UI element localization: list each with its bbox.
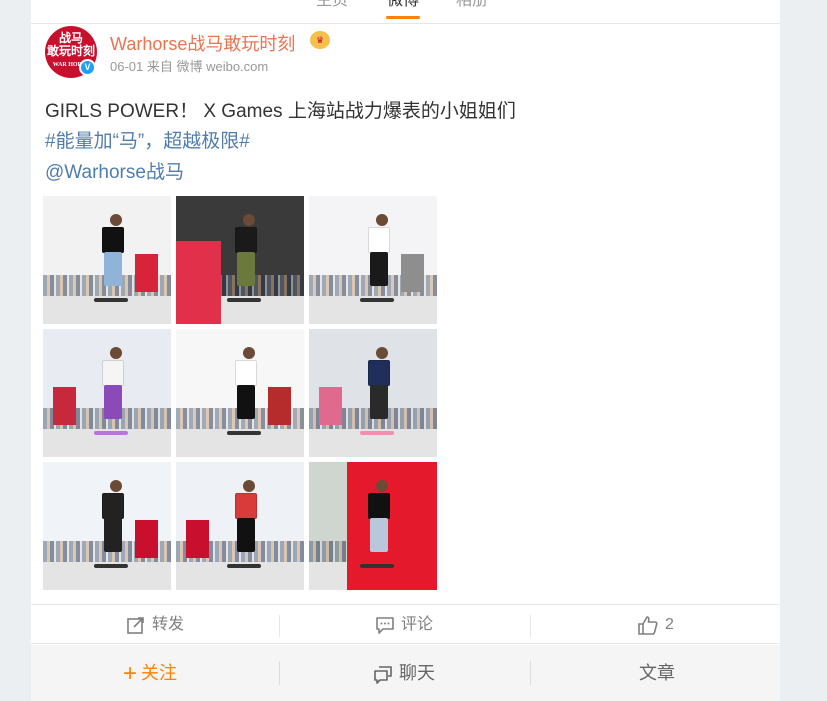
like-count: 2 — [665, 616, 674, 633]
article-label: 文章 — [639, 663, 675, 683]
follow-label: 关注 — [141, 663, 178, 683]
skater-pants — [370, 518, 389, 553]
skater-head — [242, 346, 255, 359]
photo-thumbnail[interactable] — [43, 462, 171, 590]
skater-head — [109, 213, 122, 226]
photo-accent — [53, 386, 77, 425]
like-button[interactable]: 2 — [637, 605, 674, 645]
photo-accent — [401, 253, 425, 292]
weibo-post-page: 主页 微博 相册 战马 敢玩时刻 WAR HORSE V Warhorse战马敢… — [31, 0, 780, 701]
post-text: GIRLS POWER！ X Games 上海站战力爆表的小姐姐们 — [45, 101, 516, 122]
follow-button[interactable]: + 关注 — [123, 645, 177, 701]
skateboard — [227, 431, 262, 436]
photo-accent — [347, 462, 437, 590]
username-link[interactable]: Warhorse战马敢玩时刻 — [110, 30, 295, 56]
photo-accent — [319, 386, 343, 425]
divider — [530, 615, 531, 637]
photo-accent — [186, 519, 210, 558]
photo-thumbnail[interactable] — [309, 196, 437, 324]
photo-thumbnail[interactable] — [309, 329, 437, 457]
photo-grid — [43, 196, 438, 590]
verified-icon: V — [79, 59, 96, 76]
skateboard — [360, 431, 395, 436]
skater-shirt — [101, 359, 124, 386]
skater-head — [375, 213, 388, 226]
photo-thumbnail[interactable] — [43, 196, 171, 324]
photo-thumbnail[interactable] — [309, 462, 437, 590]
repost-icon — [127, 616, 144, 634]
divider — [530, 661, 531, 685]
skateboard — [94, 564, 129, 569]
article-button[interactable]: 文章 — [639, 645, 675, 701]
avatar-logo-text: 战马 敢玩时刻 — [46, 31, 95, 58]
skater-pants — [104, 252, 123, 287]
photo-thumbnail[interactable] — [176, 462, 304, 590]
profile-tabs: 主页 微博 相册 — [31, 0, 780, 24]
skater-shirt — [367, 359, 390, 386]
skater-shirt — [367, 492, 390, 519]
skater-shirt — [101, 492, 124, 519]
photo-accent — [135, 519, 159, 558]
photo-thumbnail[interactable] — [176, 196, 304, 324]
skater-shirt — [367, 226, 390, 253]
photo-thumbnail[interactable] — [176, 329, 304, 457]
comment-icon — [376, 616, 394, 634]
skater-head — [242, 479, 255, 492]
post-meta: 06-01 来自 微博 weibo.com — [110, 59, 269, 74]
skateboard — [94, 431, 129, 436]
repost-button[interactable]: 转发 — [126, 605, 184, 645]
active-tab-indicator — [386, 16, 420, 19]
skater-pants — [370, 385, 389, 420]
skateboard — [360, 298, 395, 303]
comment-label: 评论 — [401, 616, 434, 633]
skater-pants — [237, 385, 256, 420]
skateboard — [94, 298, 129, 303]
photo-accent — [176, 240, 221, 324]
tab-weibo[interactable]: 微博 — [387, 0, 419, 10]
comment-button[interactable]: 评论 — [375, 605, 433, 645]
skateboard — [227, 298, 262, 303]
vip-crown-icon[interactable]: ♛ — [310, 31, 330, 49]
skater-pants — [370, 252, 389, 287]
divider — [279, 615, 280, 637]
chat-label: 聊天 — [399, 663, 435, 683]
skater-head — [109, 479, 122, 492]
skater-shirt — [234, 492, 257, 519]
thumbs-up-icon — [638, 615, 658, 635]
skateboard — [360, 564, 395, 569]
skateboard — [227, 564, 262, 569]
tab-album[interactable]: 相册 — [456, 0, 488, 10]
hashtag-link[interactable]: #能量加“马”，超越极限# — [45, 126, 250, 153]
repost-label: 转发 — [152, 616, 185, 633]
photo-accent — [268, 386, 292, 425]
skater-pants — [104, 518, 123, 553]
skater-pants — [237, 252, 256, 287]
plus-icon: + — [123, 660, 138, 687]
divider — [279, 661, 280, 685]
skater-head — [375, 346, 388, 359]
photo-thumbnail[interactable] — [43, 329, 171, 457]
photo-accent — [135, 253, 159, 292]
action-bar: 转发 评论 2 — [31, 604, 780, 644]
bottom-bar: + 关注 聊天 文章 — [31, 645, 780, 701]
mention-link[interactable]: @Warhorse战马 — [45, 157, 184, 184]
chat-icon — [374, 666, 392, 685]
tab-home[interactable]: 主页 — [316, 0, 348, 10]
skater-pants — [237, 518, 256, 553]
skater-head — [375, 479, 388, 492]
skater-shirt — [101, 226, 124, 253]
chat-button[interactable]: 聊天 — [373, 645, 435, 701]
skater-shirt — [234, 359, 257, 386]
skater-head — [109, 346, 122, 359]
skater-pants — [104, 385, 123, 420]
skater-head — [242, 213, 255, 226]
skater-shirt — [234, 226, 257, 253]
